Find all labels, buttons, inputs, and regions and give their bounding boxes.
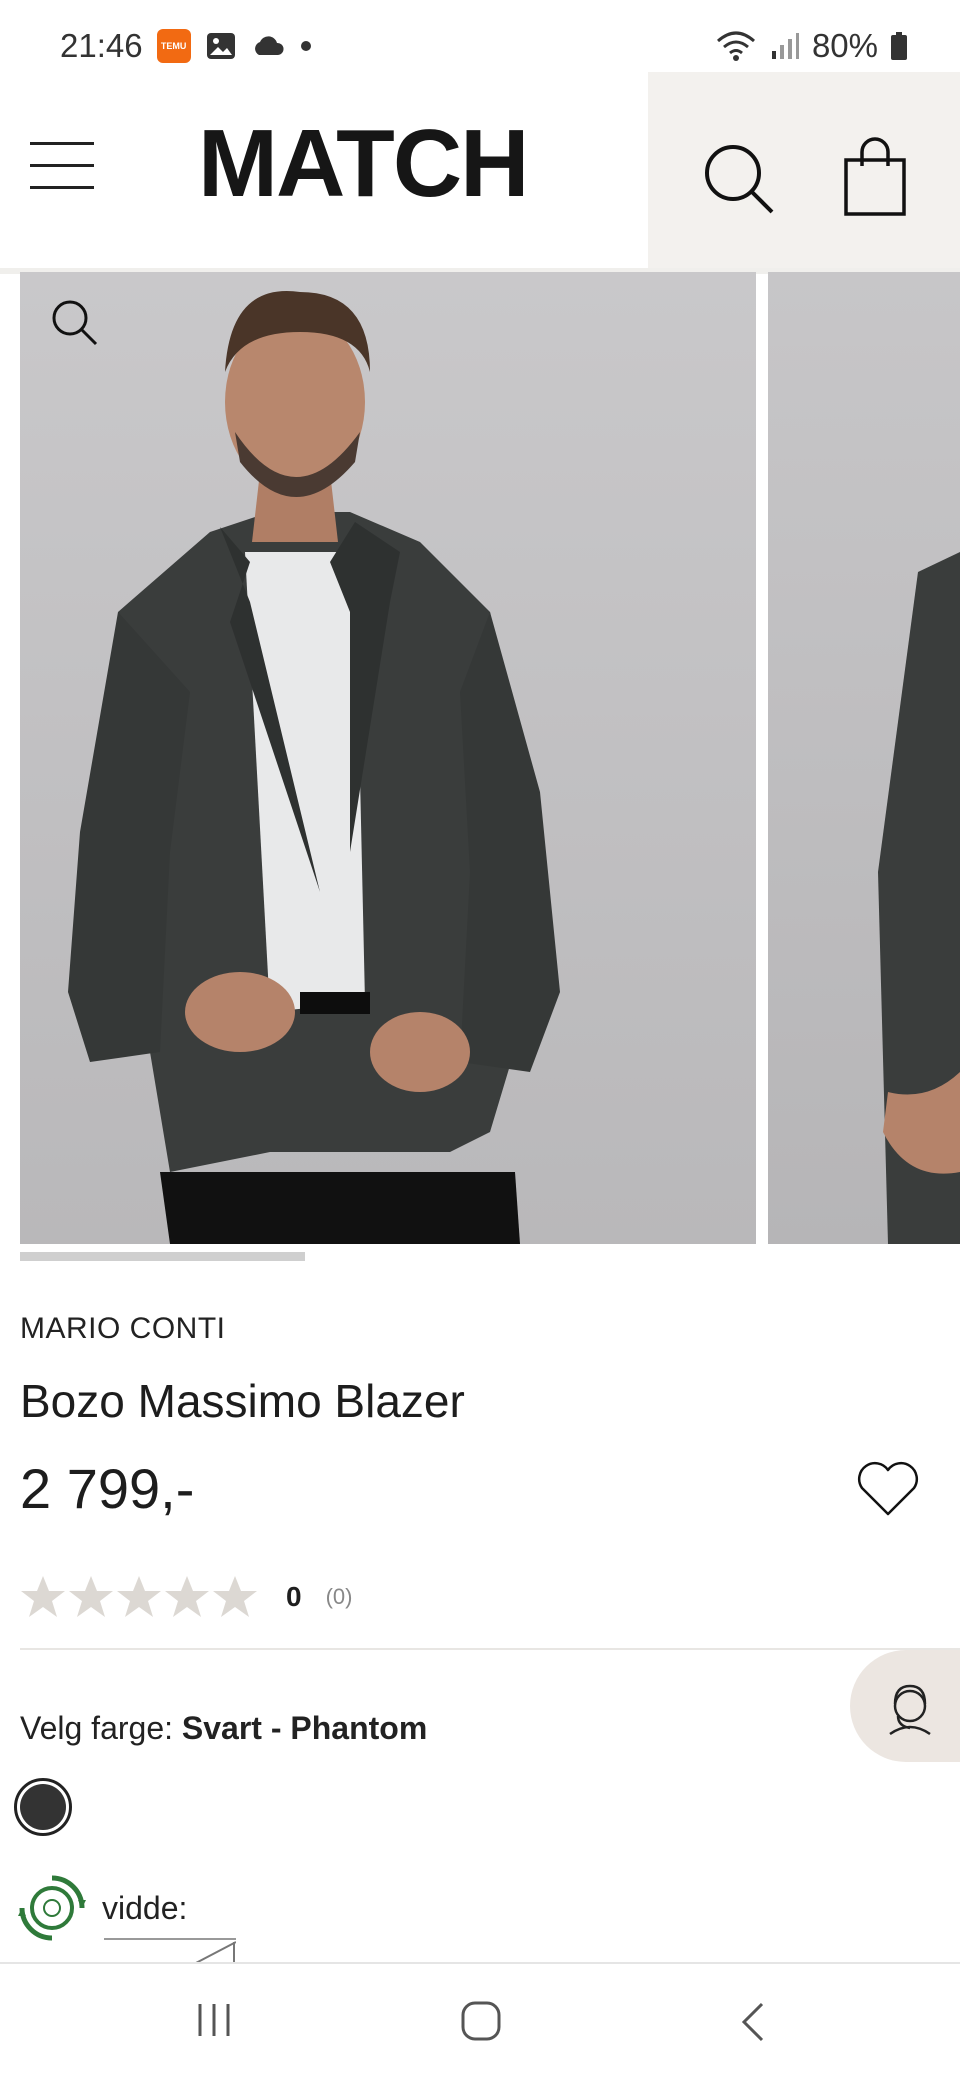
zoom-icon[interactable] [50,298,100,348]
rating-count: (0) [325,1584,353,1609]
star-icon [213,1576,257,1617]
product-gallery[interactable] [20,272,960,1244]
nav-recents-icon[interactable] [194,2000,234,2040]
heart-icon[interactable] [856,1460,920,1518]
eco-icon[interactable] [16,1872,88,1944]
star-icon [21,1576,65,1617]
site-header: MATCH [0,72,960,268]
size-guide-graphic [104,1938,236,1964]
temu-app-icon: TEMU [156,29,191,63]
search-icon[interactable] [700,140,780,220]
color-selector-label: Velg farge: Svart - Phantom [20,1710,428,1746]
status-time: 21:46 [60,27,143,64]
system-nav-bar [0,1962,960,2082]
nav-back-icon[interactable] [736,2000,768,2044]
dot-icon [300,41,311,51]
star-icon [165,1576,209,1617]
battery-percent: 80% [811,27,878,64]
bag-icon[interactable] [840,136,910,218]
rating-value: 0 [286,1581,302,1612]
gallery-progress-fill [20,1252,306,1261]
chat-agent-icon [889,1684,931,1736]
section-divider [20,1648,960,1650]
product-title: Bozo Massimo Blazer [20,1375,465,1427]
signal-icon [771,33,799,59]
menu-icon[interactable] [30,142,94,194]
rating-stars [20,1574,260,1620]
product-photo-main[interactable] [20,272,756,1244]
customer-service-button[interactable] [850,1650,960,1762]
product-photo-next[interactable] [768,272,960,1244]
cloud-icon [254,36,284,55]
battery-icon [891,32,907,60]
nav-home-icon[interactable] [460,2000,502,2042]
gallery-icon [206,33,235,59]
wifi-icon [716,31,755,61]
product-brand[interactable]: MARIO CONTI [20,1312,226,1346]
color-swatch-black[interactable] [14,1778,72,1836]
product-price: 2 799,- [20,1457,195,1520]
model-illustration [68,291,560,1244]
star-icon [69,1576,113,1617]
site-logo[interactable]: MATCH [198,116,588,212]
header-actions-bg [648,72,960,268]
size-label: vidde: [102,1890,188,1926]
gallery-progress [20,1252,940,1261]
product-rating[interactable]: 0 (0) [20,1574,352,1620]
selected-color: Svart - Phantom [181,1710,428,1746]
star-icon [117,1576,161,1617]
